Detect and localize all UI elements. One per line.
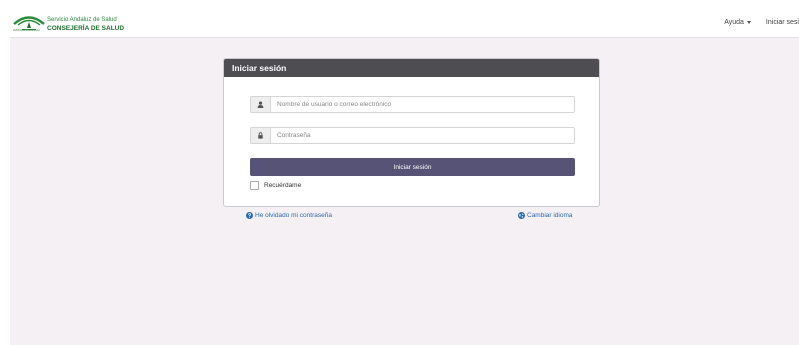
- logo-service-name: Servicio Andaluz de Salud: [47, 17, 117, 23]
- user-icon: [257, 101, 264, 108]
- password-addon: [251, 128, 271, 143]
- change-language-link[interactable]: Cambiar idioma: [518, 212, 573, 219]
- change-language-label: Cambiar idioma: [527, 212, 573, 219]
- login-panel-title: Iniciar sesión: [224, 59, 599, 77]
- help-dropdown-label: Ayuda: [724, 19, 744, 26]
- forgot-password-label: He olvidado mi contraseña: [255, 212, 332, 219]
- username-addon: [251, 97, 271, 112]
- caret-down-icon: [746, 21, 751, 24]
- password-input-group: [250, 127, 575, 144]
- brand-logo[interactable]: JUNTA DE ANDALUCIA Servicio Andaluz de S…: [12, 12, 125, 34]
- remember-me-checkbox[interactable]: [250, 181, 259, 190]
- question-circle-icon: [246, 212, 253, 219]
- help-dropdown[interactable]: Ayuda: [724, 19, 751, 26]
- globe-icon: [518, 212, 525, 219]
- remember-me-label: Recuérdame: [264, 182, 302, 189]
- login-submit-button[interactable]: Iniciar sesión: [250, 158, 575, 176]
- remember-me-control[interactable]: Recuérdame: [250, 181, 301, 190]
- logo-junta-text: JUNTA DE ANDALUCIA: [13, 29, 40, 32]
- top-navbar: JUNTA DE ANDALUCIA Servicio Andaluz de S…: [10, 10, 799, 38]
- username-input[interactable]: [271, 97, 574, 112]
- page-background: JUNTA DE ANDALUCIA Servicio Andaluz de S…: [10, 10, 799, 345]
- login-panel: Iniciar sesión Iniciar sesión Re: [223, 58, 600, 207]
- username-input-group: [250, 96, 575, 113]
- lock-icon: [258, 132, 263, 139]
- password-input[interactable]: [271, 128, 574, 143]
- forgot-password-link[interactable]: He olvidado mi contraseña: [246, 212, 332, 219]
- logo-department-name: CONSEJERÍA DE SALUD: [47, 25, 125, 32]
- navbar-right-menu: Ayuda Iniciar sesi: [724, 19, 799, 26]
- nav-login-link[interactable]: Iniciar sesi: [766, 19, 799, 26]
